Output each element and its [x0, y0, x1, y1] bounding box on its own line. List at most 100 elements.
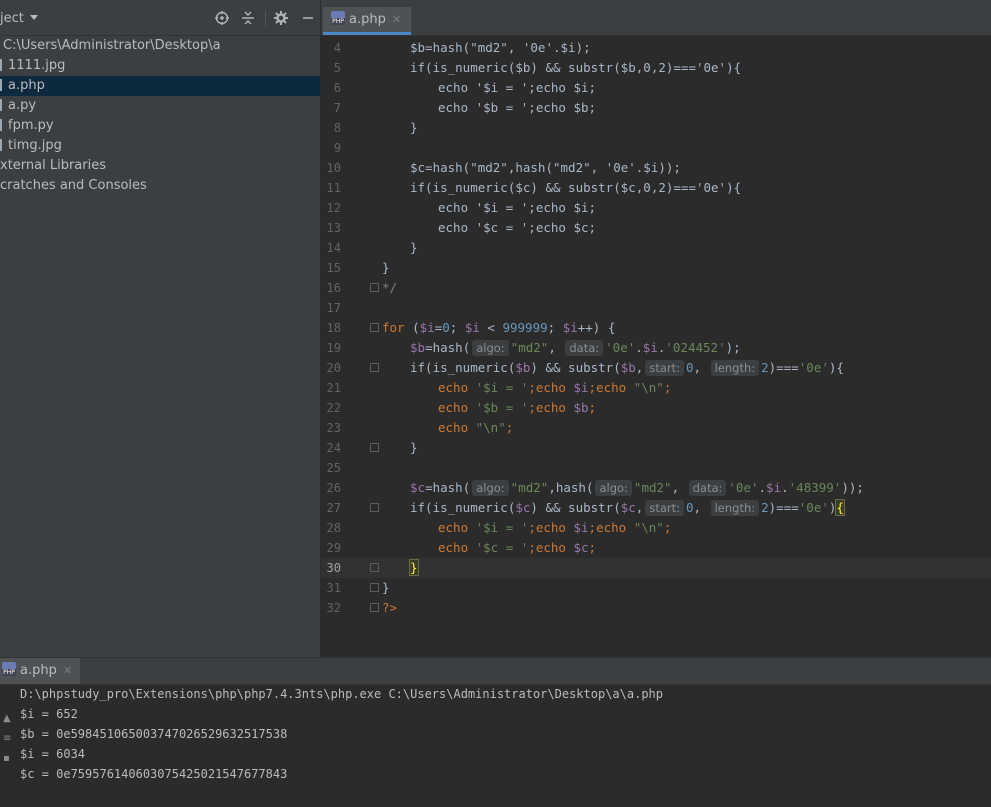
code-text: ; — [547, 320, 563, 335]
line-number: 30 — [326, 561, 341, 575]
code-string: '$b = ' — [468, 400, 529, 415]
line-number: 8 — [333, 121, 341, 135]
code-line-13: echo '$c = ';echo $c; — [438, 218, 596, 238]
tab-label: a.php — [349, 12, 386, 27]
code-text: ++) { — [577, 320, 616, 335]
wrap-icon[interactable]: ≡ — [3, 734, 13, 744]
code-string: '48399' — [788, 480, 842, 495]
param-hint-data: data: — [565, 340, 604, 356]
code-keyword: echo — [535, 520, 566, 535]
code-line-23: echo "\n"; — [438, 418, 513, 438]
code-variable: $c — [620, 500, 636, 515]
code-line-22: echo '$b = ';echo $b; — [438, 398, 596, 418]
tree-external-libraries[interactable]: xternal Libraries — [0, 156, 320, 176]
root-path-label: C:\Users\Administrator\Desktop\a — [3, 38, 221, 53]
code-text: if(is_numeric( — [410, 360, 516, 375]
scroll-up-icon[interactable]: ▲ — [3, 714, 13, 724]
code-variable: $i — [766, 480, 782, 495]
code-variable: $i — [562, 320, 578, 335]
code-text: =hash( — [425, 480, 471, 495]
code-text: } — [410, 240, 418, 255]
editor-panel: a.php✕ 456789101112131415161718192021222… — [321, 0, 991, 657]
code-string: "md2" — [633, 480, 672, 495]
code-keyword: echo — [535, 400, 566, 415]
code-variable: $b — [410, 340, 426, 355]
code-string: "md2" — [510, 480, 549, 495]
close-icon[interactable]: ✕ — [63, 664, 72, 677]
code-text: ; — [663, 380, 672, 395]
file-label: fpm.py — [8, 118, 54, 133]
file-label: timg.jpg — [8, 138, 62, 153]
run-tab-a-php[interactable]: a.php ✕ — [0, 658, 81, 684]
code-text: ) && substr( — [530, 500, 621, 515]
tree-file-a-py[interactable]: a.py — [0, 96, 320, 116]
tree-scratches-consoles[interactable]: cratches and Consoles — [0, 176, 320, 196]
code-text: . — [781, 480, 789, 495]
code-string: '0e' — [798, 360, 829, 375]
code-text: ; — [449, 320, 465, 335]
code-text: */ — [382, 280, 398, 295]
gear-icon[interactable] — [273, 10, 289, 26]
code-number: 2 — [761, 500, 769, 515]
param-hint-algo: algo: — [472, 340, 509, 356]
code-keyword: echo — [535, 380, 566, 395]
line-number: 4 — [333, 41, 341, 55]
param-hint-data: data: — [688, 480, 727, 496]
print-icon[interactable]: ▪ — [3, 754, 13, 764]
tab-a-php[interactable]: a.php ✕ — [323, 7, 412, 35]
collapse-icon[interactable] — [240, 10, 256, 26]
code-keyword: echo — [535, 540, 566, 555]
run-output-command: D:\phpstudy_pro\Extensions\php\php7.4.3n… — [20, 687, 663, 701]
code-text: ( — [404, 320, 420, 335]
line-number: 23 — [326, 421, 341, 435]
code-line-15: } — [382, 258, 390, 278]
param-hint-length: length: — [710, 500, 760, 516]
project-toolbar: ject — [0, 0, 320, 36]
code-string: '0e' — [798, 500, 829, 515]
code-text: } — [410, 440, 418, 455]
line-number: 12 — [326, 201, 341, 215]
code-text: , — [671, 480, 687, 495]
close-icon[interactable]: ✕ — [392, 13, 401, 26]
run-output-line: $b = 0e598451065003747026529632517538 — [20, 727, 288, 741]
code-variable: $c — [410, 480, 426, 495]
line-number: 5 — [333, 61, 341, 75]
tree-root-folder[interactable]: C:\Users\Administrator\Desktop\a — [0, 36, 320, 56]
code-keyword: echo — [596, 520, 627, 535]
code-number: 2 — [761, 360, 769, 375]
code-line-6: echo '$i = ';echo $i; — [438, 78, 596, 98]
code-text: ; — [528, 540, 536, 555]
code-line-26: $c=hash(algo: "md2",hash(algo: "md2", data… — [410, 478, 864, 498]
code-text: , — [693, 360, 709, 375]
line-number: 7 — [333, 101, 341, 115]
code-text: if(is_numeric($b) && substr($b,0,2)==='0… — [410, 60, 742, 75]
code-text: )); — [841, 480, 864, 495]
code-text: )=== — [768, 360, 799, 375]
project-view-dropdown[interactable]: ject — [0, 11, 38, 26]
code-keyword: echo — [438, 380, 469, 395]
python-file-icon — [0, 99, 2, 111]
code-line-29: echo '$c = ';echo $c; — [438, 538, 596, 558]
minimize-icon[interactable] — [300, 10, 316, 26]
editor-tab-bar: a.php ✕ — [321, 0, 991, 36]
line-number: 31 — [326, 581, 341, 595]
tree-file-a-php[interactable]: a.php — [0, 76, 320, 96]
file-label: 1111.jpg — [8, 58, 66, 73]
tree-file-fpm-py[interactable]: fpm.py — [0, 116, 320, 136]
line-number: 28 — [326, 521, 341, 535]
run-tab-bar: a.php ✕ — [0, 658, 991, 685]
line-number: 22 — [326, 401, 341, 415]
line-number: 32 — [326, 601, 341, 615]
tree-file-timg-jpg[interactable]: timg.jpg — [0, 136, 320, 156]
code-text: , — [693, 500, 709, 515]
code-text: } — [382, 260, 390, 275]
php-file-icon — [331, 11, 345, 25]
file-label: a.py — [8, 98, 37, 113]
code-keyword: for — [382, 320, 405, 335]
locate-icon[interactable] — [214, 10, 230, 26]
code-text: ){ — [828, 360, 844, 375]
code-keyword: echo — [596, 380, 627, 395]
code-area[interactable]: $b=hash("md2", '0e'.$i); if(is_numeric($… — [376, 38, 991, 638]
code-string: '$i = ' — [468, 380, 529, 395]
tree-file-1111-jpg[interactable]: 1111.jpg — [0, 56, 320, 76]
